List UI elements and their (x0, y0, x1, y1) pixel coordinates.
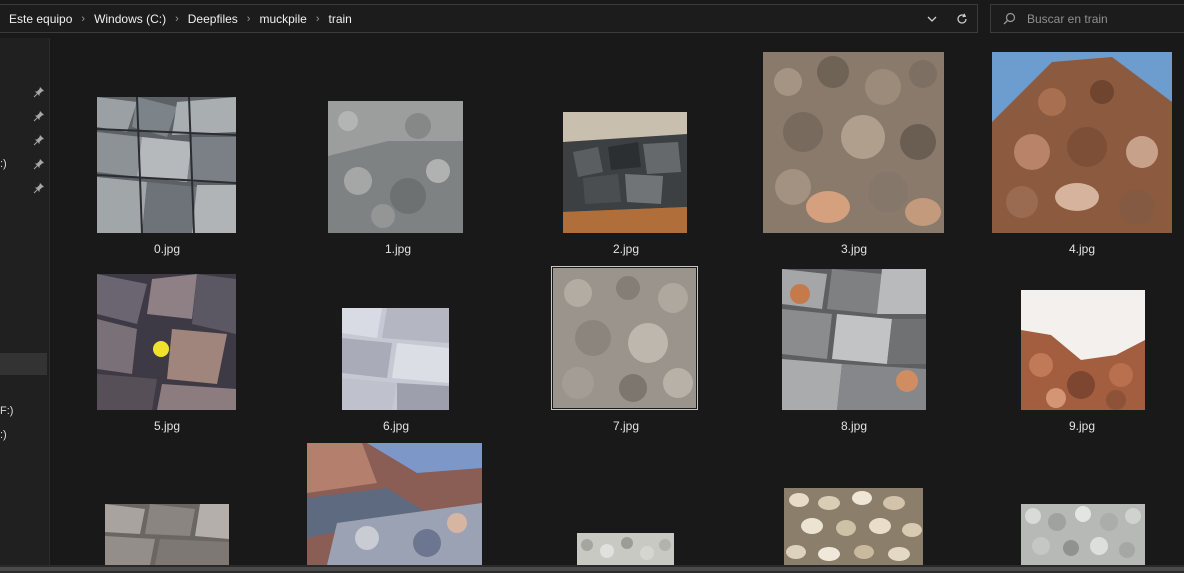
file-name[interactable]: 0.jpg (72, 242, 262, 256)
search-box[interactable] (990, 4, 1184, 33)
file-name[interactable]: 7.jpg (531, 419, 721, 433)
image-thumbnail-1[interactable] (328, 101, 463, 233)
chevron-right-icon[interactable]: › (247, 13, 251, 25)
breadcrumb-windows-c[interactable]: Windows (C:) (93, 12, 167, 26)
image-thumbnail-8[interactable] (782, 269, 926, 410)
image-thumbnail-7[interactable] (553, 268, 696, 408)
breadcrumb-train[interactable]: train (327, 12, 352, 26)
address-bar[interactable]: Este equipo › Windows (C:) › Deepfiles ›… (0, 4, 978, 33)
navigation-pane[interactable]: :) F:) :) (0, 38, 50, 565)
image-thumbnail-2[interactable] (563, 112, 687, 233)
chevron-right-icon[interactable]: › (316, 13, 320, 25)
file-name[interactable]: 2.jpg (531, 242, 721, 256)
scrollbar-thumb[interactable] (0, 567, 1184, 571)
file-name[interactable]: 9.jpg (987, 419, 1177, 433)
history-dropdown-button[interactable] (917, 5, 947, 32)
nav-item-label[interactable]: :) (0, 429, 7, 441)
refresh-icon (957, 13, 967, 24)
image-thumbnail-6[interactable] (342, 308, 449, 410)
image-thumbnail-3[interactable] (763, 52, 944, 233)
pin-icon[interactable] (33, 134, 45, 146)
file-name[interactable]: 8.jpg (759, 419, 949, 433)
image-thumbnail-13[interactable] (784, 488, 923, 565)
file-view[interactable]: 0.jpg 1.jpg 2.jpg 3.jpg 4.jpg 5.jpg 6.jp… (51, 38, 1184, 565)
image-thumbnail-4[interactable] (992, 52, 1172, 233)
horizontal-scrollbar[interactable] (0, 565, 1184, 573)
file-name[interactable]: 5.jpg (72, 419, 262, 433)
file-name[interactable]: 4.jpg (987, 242, 1177, 256)
pin-icon[interactable] (33, 110, 45, 122)
breadcrumb-deepfiles[interactable]: Deepfiles (187, 12, 239, 26)
refresh-button[interactable] (947, 5, 977, 32)
image-thumbnail-5[interactable] (97, 274, 236, 410)
breadcrumb-este-equipo[interactable]: Este equipo (8, 12, 73, 26)
pin-icon[interactable] (33, 86, 45, 98)
image-thumbnail-12[interactable] (577, 533, 674, 565)
search-icon (991, 12, 1027, 25)
image-thumbnail-10[interactable] (105, 504, 229, 565)
breadcrumb: Este equipo › Windows (C:) › Deepfiles ›… (0, 5, 353, 32)
toolbar-row: Este equipo › Windows (C:) › Deepfiles ›… (0, 0, 1184, 38)
chevron-down-icon (927, 16, 937, 22)
pin-icon[interactable] (33, 182, 45, 194)
image-thumbnail-11[interactable] (307, 443, 482, 565)
image-thumbnail-9[interactable] (1021, 290, 1145, 410)
nav-item-label[interactable]: :) (0, 158, 7, 170)
nav-item-selected[interactable] (0, 353, 47, 375)
file-name[interactable]: 3.jpg (759, 242, 949, 256)
image-thumbnail-0[interactable] (97, 97, 236, 233)
file-name[interactable]: 6.jpg (301, 419, 491, 433)
file-name[interactable]: 1.jpg (303, 242, 493, 256)
chevron-right-icon[interactable]: › (81, 13, 85, 25)
pin-icon[interactable] (33, 158, 45, 170)
nav-item-label[interactable]: F:) (0, 405, 13, 417)
chevron-right-icon[interactable]: › (175, 13, 179, 25)
search-input[interactable] (1027, 11, 1177, 26)
breadcrumb-muckpile[interactable]: muckpile (258, 12, 307, 26)
image-thumbnail-14[interactable] (1021, 504, 1145, 565)
